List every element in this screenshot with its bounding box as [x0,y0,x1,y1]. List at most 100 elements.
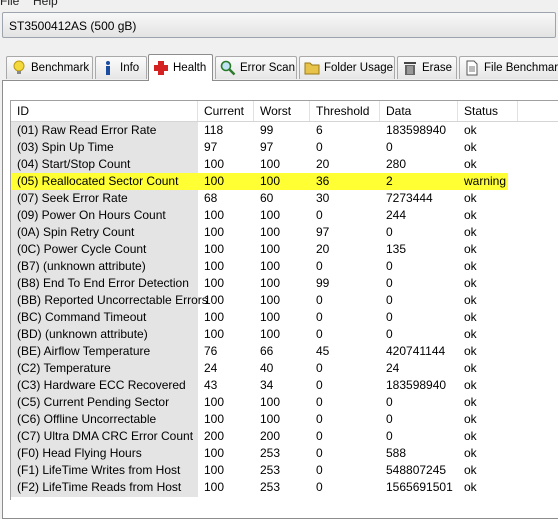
cell-current: 43 [204,378,218,392]
cell-data: 0 [386,276,393,290]
cell-data: 183598940 [386,378,447,392]
table-row[interactable]: (05) Reallocated Sector Count 100 100 36 2 wa… [11,173,558,190]
cell-worst: 253 [260,446,281,460]
cell-data: 0 [386,327,393,341]
table-row[interactable]: (BE) Airflow Temperature 76 66 45 420741144 o… [11,343,558,360]
cell-worst: 100 [260,327,281,341]
cell-data: 0 [386,293,393,307]
tab-label: File Benchmark [484,62,558,74]
cell-current: 100 [204,480,225,494]
cell-id: (BC) Command Timeout [17,310,147,324]
cell-worst: 100 [260,225,281,239]
cell-id: (F1) LifeTime Writes from Host [17,463,181,477]
cell-status: ok [464,123,477,137]
cell-data: 0 [386,140,393,154]
table-row[interactable]: (F0) Head Flying Hours 100 253 0 588 ok [11,445,558,462]
cell-worst: 100 [260,293,281,307]
table-row[interactable]: (C2) Temperature 24 40 0 24 ok [11,360,558,377]
cell-status: ok [464,412,477,426]
cell-id: (01) Raw Read Error Rate [17,123,157,137]
table-row[interactable]: (BD) (unknown attribute) 100 100 0 0 ok [11,326,558,343]
cell-worst: 60 [260,191,274,205]
table-row[interactable]: (C5) Current Pending Sector 100 100 0 0 ok [11,394,558,411]
column-header-threshold[interactable]: Threshold [310,101,380,121]
menu-bar: File Help [0,0,558,8]
table-header: ID Current Worst Threshold Data Status [11,101,558,122]
cell-id: (C6) Offline Uncorrectable [17,412,157,426]
tab-health[interactable]: Health [148,54,213,81]
cell-id: (03) Spin Up Time [17,140,114,154]
cell-id: (C5) Current Pending Sector [17,395,170,409]
table-row[interactable]: (B8) End To End Error Detection 100 100 99 0… [11,275,558,292]
cell-data: 280 [386,157,407,171]
cell-data: 244 [386,208,407,222]
cell-worst: 100 [260,412,281,426]
cell-current: 118 [204,123,224,137]
cell-status: ok [464,293,477,307]
cell-threshold: 0 [316,480,323,494]
column-header-data[interactable]: Data [380,101,458,121]
table-row[interactable]: (01) Raw Read Error Rate 118 99 6 183598940 o… [11,122,558,139]
cell-current: 100 [204,225,225,239]
magnifier-icon [220,60,236,76]
tab-benchmark[interactable]: Benchmark [6,56,93,79]
table-row[interactable]: (B7) (unknown attribute) 100 100 0 0 ok [11,258,558,275]
column-header-id[interactable]: ID [11,101,198,121]
column-header-status[interactable]: Status [458,101,518,121]
cell-threshold: 0 [316,208,323,222]
cell-worst: 253 [260,480,281,494]
cell-threshold: 0 [316,361,323,375]
table-row[interactable]: (C3) Hardware ECC Recovered 43 34 0 18359894… [11,377,558,394]
cell-data: 548807245 [386,463,447,477]
tab-erase[interactable]: Erase [397,56,457,79]
tab-label: Erase [422,62,453,74]
table-row[interactable]: (BC) Command Timeout 100 100 0 0 ok [11,309,558,326]
cell-threshold: 30 [316,191,330,205]
cell-worst: 100 [260,276,281,290]
cell-status: ok [464,446,477,460]
tab-folder-usage[interactable]: Folder Usage [299,56,395,79]
health-cross-icon [153,60,169,76]
cell-data: 0 [386,310,393,324]
tab-info[interactable]: Info [95,56,147,79]
cell-current: 100 [204,463,225,477]
table-row[interactable]: (0A) Spin Retry Count 100 100 97 0 ok [11,224,558,241]
table-row[interactable]: (C6) Offline Uncorrectable 100 100 0 0 ok [11,411,558,428]
cell-id: (C2) Temperature [17,361,111,375]
column-header-worst[interactable]: Worst [254,101,310,121]
table-row[interactable]: (09) Power On Hours Count 100 100 0 244 ok [11,207,558,224]
cell-id: (07) Seek Error Rate [17,191,128,205]
tab-label: Benchmark [31,62,90,74]
tab-file-benchmark[interactable]: File Benchmark [459,56,558,79]
table-row[interactable]: (04) Start/Stop Count 100 100 20 280 ok [11,156,558,173]
cell-status: ok [464,361,477,375]
table-row[interactable]: (C7) Ultra DMA CRC Error Count 200 200 0 0 ok [11,428,558,445]
menu-file[interactable]: File [0,0,19,8]
cell-current: 100 [204,310,225,324]
table-row[interactable]: (0C) Power Cycle Count 100 100 20 135 ok [11,241,558,258]
table-row[interactable]: (F2) LifeTime Reads from Host 100 253 0 1565… [11,479,558,496]
cell-current: 24 [204,361,218,375]
table-row[interactable]: (03) Spin Up Time 97 97 0 0 ok [11,139,558,156]
cell-status: ok [464,344,477,358]
cell-id: (B7) (unknown attribute) [17,259,146,273]
table-row[interactable]: (BB) Reported Uncorrectable Errors 100 100… [11,292,558,309]
drive-selector[interactable]: ST3500412AS (500 gB) [2,12,556,38]
column-header-current[interactable]: Current [198,101,254,121]
cell-threshold: 99 [316,276,330,290]
cell-current: 68 [204,191,218,205]
tab-error-scan[interactable]: Error Scan [215,56,297,79]
table-row[interactable]: (07) Seek Error Rate 68 60 30 7273444 ok [11,190,558,207]
cell-current: 100 [204,327,225,341]
menu-help[interactable]: Help [33,0,58,8]
cell-worst: 100 [260,310,281,324]
trash-icon [402,60,418,76]
cell-id: (B8) End To End Error Detection [17,276,189,290]
cell-current: 100 [204,395,225,409]
cell-data: 588 [386,446,407,460]
cell-worst: 100 [260,395,281,409]
cell-current: 76 [204,344,218,358]
table-row[interactable]: (F1) LifeTime Writes from Host 100 253 0 548… [11,462,558,479]
cell-id: (BD) (unknown attribute) [17,327,148,341]
cell-threshold: 36 [316,174,330,188]
